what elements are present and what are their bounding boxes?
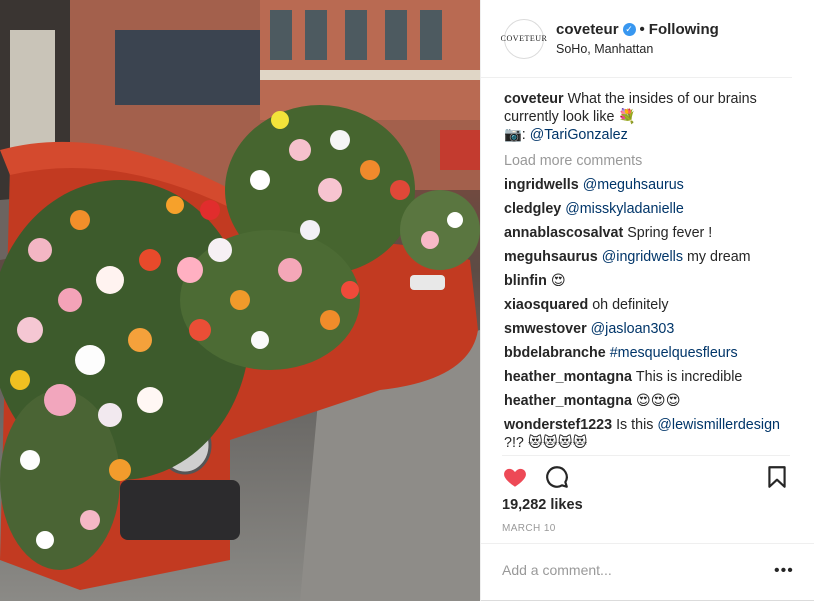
header-username[interactable]: coveteur <box>556 21 619 38</box>
comment: meguhsaurus @ingridwells my dream <box>504 248 790 266</box>
comment-text: 😍😍😍 <box>635 393 681 409</box>
comment-text-continued: ?!? 😻😻😻😻 <box>504 435 588 451</box>
comment-username[interactable]: smwestover <box>504 321 587 337</box>
caption-username[interactable]: coveteur <box>504 91 564 107</box>
comment-hashtag[interactable]: #mesquelquesfleurs <box>610 345 738 361</box>
comment-text: 😍 <box>550 273 566 289</box>
comment-username[interactable]: blinfin <box>504 273 547 289</box>
load-more-comments-button[interactable]: Load more comments <box>504 152 790 170</box>
header-line: coveteur ✓ • Following <box>556 21 719 38</box>
comment: smwestover @jasloan303 <box>504 320 790 338</box>
comment: xiaosquared oh definitely <box>504 296 790 314</box>
more-options-button[interactable]: ••• <box>774 562 794 580</box>
comment-username[interactable]: ingridwells <box>504 177 579 193</box>
likes-count[interactable]: 19,282 likes <box>502 497 583 513</box>
post-date: MARCH 10 <box>502 523 556 534</box>
comment-username[interactable]: meguhsaurus <box>504 249 598 265</box>
bookmark-icon[interactable] <box>764 464 790 490</box>
comment-username[interactable]: wonderstef1223 <box>504 417 612 433</box>
comment-username[interactable]: heather_montagna <box>504 393 632 409</box>
comment-username[interactable]: heather_montagna <box>504 369 632 385</box>
add-comment-input[interactable]: Add a comment... <box>502 562 612 578</box>
comment: blinfin 😍 <box>504 272 790 290</box>
location-link[interactable]: SoHo, Manhattan <box>556 42 719 56</box>
verified-badge-icon: ✓ <box>622 23 636 36</box>
comment-text: Spring fever ! <box>627 225 713 241</box>
comment: heather_montagna This is incredible <box>504 368 790 386</box>
comment: heather_montagna 😍😍😍 <box>504 392 790 410</box>
post-header: COVETEUR coveteur ✓ • Following SoHo, Ma… <box>481 0 792 78</box>
action-bar <box>502 462 790 492</box>
avatar[interactable]: COVETEUR <box>501 18 547 59</box>
comment-text: This is incredible <box>635 369 743 385</box>
comment: cledgley @misskyladanielle <box>504 200 790 218</box>
comment-icon[interactable] <box>544 464 570 490</box>
post-photo[interactable] <box>0 0 480 601</box>
heart-filled-icon[interactable] <box>502 464 528 490</box>
comment-text: Is this <box>616 417 654 433</box>
caption: coveteur What the insides of our brains c… <box>504 90 790 144</box>
comment-username[interactable]: annablascosalvat <box>504 225 623 241</box>
caption-credit-link[interactable]: @TariGonzalez <box>530 127 628 143</box>
header-separator: • <box>639 21 645 38</box>
comment-username[interactable]: bbdelabranche <box>504 345 606 361</box>
actions-divider <box>502 455 790 456</box>
comment: wonderstef1223 Is this @lewismillerdesign… <box>504 416 790 452</box>
instagram-post: COVETEUR coveteur ✓ • Following SoHo, Ma… <box>0 0 814 601</box>
comment-username[interactable]: cledgley <box>504 201 561 217</box>
comment: ingridwells @meguhsaurus <box>504 176 790 194</box>
comment-mention[interactable]: @meguhsaurus <box>583 177 684 193</box>
header-text: coveteur ✓ • Following SoHo, Manhattan <box>556 21 719 56</box>
follow-button[interactable]: Following <box>649 21 719 38</box>
comment: annablascosalvat Spring fever ! <box>504 224 790 242</box>
comment: bbdelabranche #mesquelquesfleurs <box>504 344 790 362</box>
comment-username[interactable]: xiaosquared <box>504 297 588 313</box>
flower-car-image <box>0 0 480 601</box>
comment-text: my dream <box>687 249 751 265</box>
comment-text: oh definitely <box>592 297 669 313</box>
comment-mention[interactable]: @ingridwells <box>602 249 683 265</box>
comment-mention[interactable]: @lewismillerdesign <box>657 417 780 433</box>
comment-mention[interactable]: @misskyladanielle <box>565 201 684 217</box>
comment-mention[interactable]: @jasloan303 <box>591 321 675 337</box>
comment-divider <box>480 543 814 544</box>
camera-credit-prefix: 📷: <box>504 127 526 143</box>
comments-list: coveteur What the insides of our brains c… <box>481 78 814 452</box>
